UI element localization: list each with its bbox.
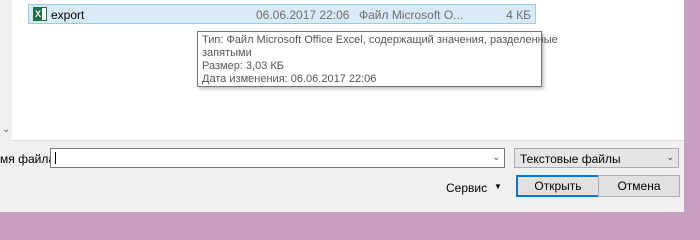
file-modified: 06.06.2017 22:06 <box>256 8 350 22</box>
chevron-down-icon[interactable]: ⌄ <box>492 152 500 163</box>
filetype-select[interactable]: Текстовые файлы ⌄ <box>514 148 679 168</box>
tooltip-modified: Дата изменения: 06.06.2017 22:06 <box>202 73 377 85</box>
text-caret <box>55 152 56 164</box>
file-row[interactable]: X export 06.06.2017 22:06 Файл Microsoft… <box>28 4 536 24</box>
open-file-dialog: ⌄ X export 06.06.2017 22:06 Файл Microso… <box>0 0 685 212</box>
tooltip-type: Тип: Файл Microsoft Office Excel, содерж… <box>202 34 558 46</box>
dropdown-arrow-icon: ▼ <box>494 182 502 191</box>
background-window-edge <box>684 0 700 212</box>
tooltip-type-cont: запятыми <box>202 47 252 59</box>
filetype-value: Текстовые файлы <box>520 152 621 166</box>
chevron-down-icon: ⌄ <box>666 152 674 162</box>
cancel-button[interactable]: Отмена <box>598 175 680 197</box>
chevron-down-icon[interactable]: ⌄ <box>2 124 10 135</box>
service-menu-button[interactable]: Сервис ▼ <box>446 178 506 198</box>
file-size: 4 КБ <box>506 8 531 22</box>
file-name: export <box>51 8 85 22</box>
filename-input[interactable] <box>53 150 483 166</box>
file-type: Файл Microsoft O... <box>359 8 464 22</box>
open-button[interactable]: Открыть <box>516 175 600 197</box>
excel-file-icon: X <box>33 7 47 21</box>
file-info-tooltip: Тип: Файл Microsoft Office Excel, содерж… <box>197 31 558 87</box>
service-label: Сервис <box>446 181 488 195</box>
tooltip-size: Размер: 3,03 КБ <box>202 60 285 72</box>
filename-field[interactable]: ⌄ <box>50 148 505 168</box>
